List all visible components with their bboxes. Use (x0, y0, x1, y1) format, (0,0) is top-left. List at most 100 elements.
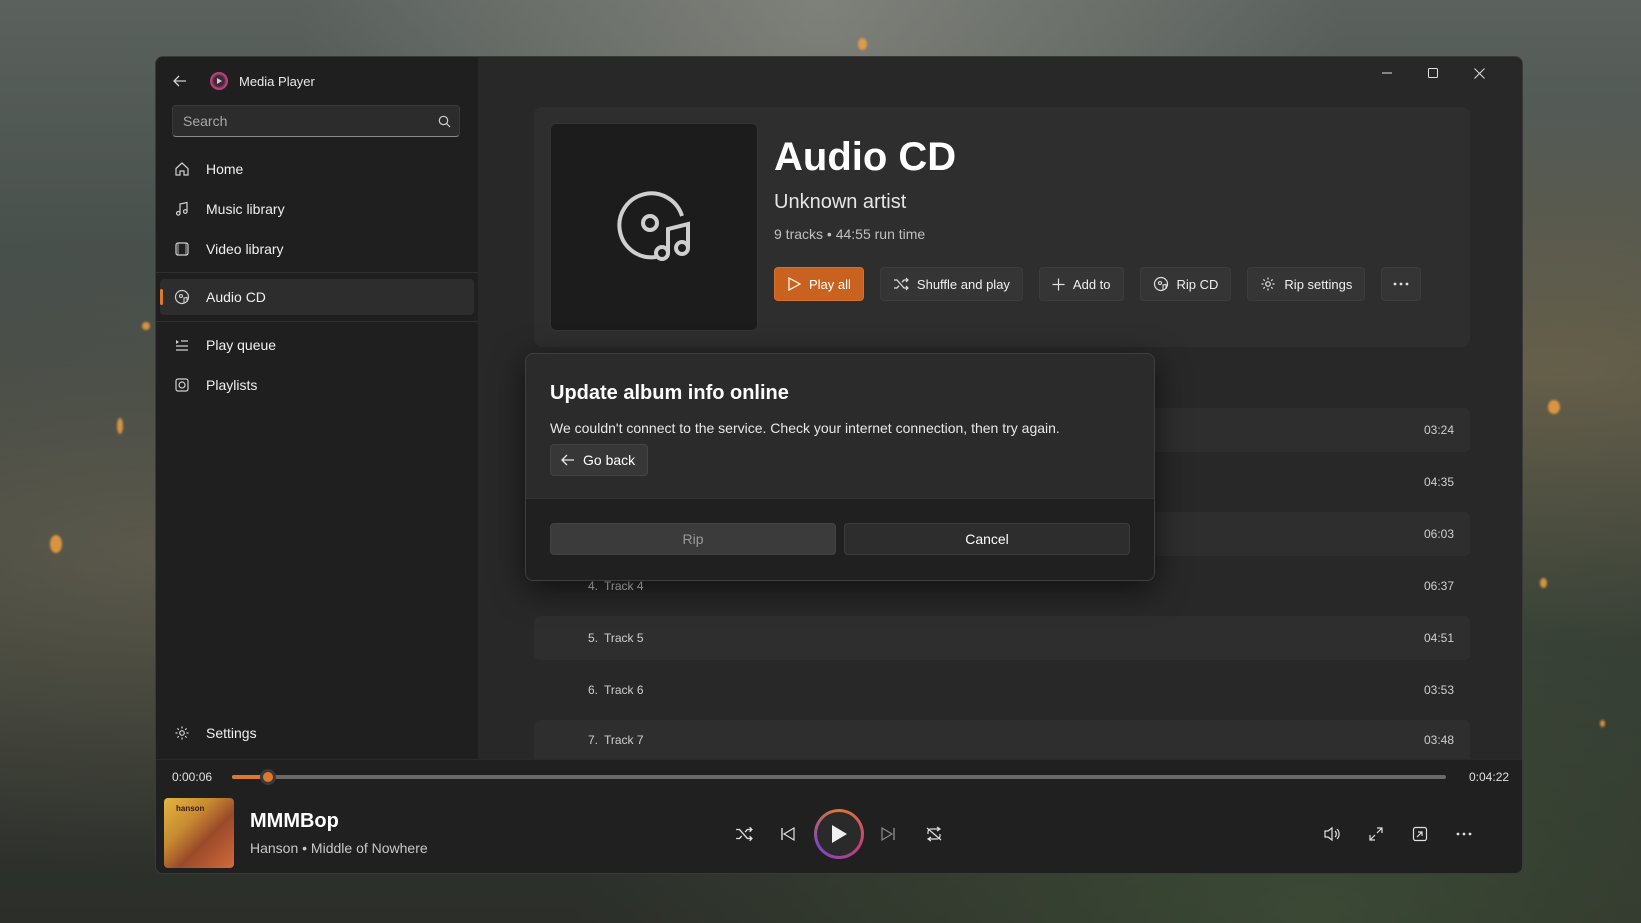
cd-icon (1153, 276, 1168, 292)
volume-button[interactable] (1314, 816, 1350, 852)
track-row[interactable]: 7. Track 7 03:48 (534, 720, 1470, 759)
rip-settings-label: Rip settings (1284, 276, 1353, 292)
app-logo-icon (210, 72, 228, 90)
add-to-label: Add to (1072, 276, 1111, 292)
search-icon (438, 115, 450, 127)
search-input[interactable] (173, 113, 429, 129)
track-duration: 06:37 (1423, 579, 1454, 593)
track-name: Track 4 (604, 579, 644, 593)
play-all-label: Play all (809, 276, 851, 292)
album-artist: Unknown artist (774, 191, 907, 213)
plus-icon (1052, 278, 1065, 290)
track-number: 7. (587, 732, 598, 747)
ember (117, 418, 123, 434)
seek-bar[interactable] (232, 769, 1446, 785)
sidebar-item-playlists[interactable]: Playlists (160, 367, 474, 403)
full-screen-button[interactable] (1358, 816, 1394, 852)
maximize-icon (1428, 68, 1438, 78)
sidebar-divider (156, 321, 478, 322)
close-button[interactable] (1456, 57, 1502, 89)
go-back-button[interactable]: Go back (550, 444, 649, 476)
play-icon (788, 277, 801, 291)
shuffle-button[interactable] (726, 816, 762, 852)
minimize-button[interactable] (1364, 57, 1410, 89)
shuffle-label: Shuffle and play (916, 276, 1010, 292)
sidebar-item-label: Playlists (206, 377, 258, 393)
shuffle-icon (736, 826, 753, 842)
volume-icon (1324, 826, 1340, 842)
now-playing-bar: 0:00:06 0:04:22 hanson MMMBop Hanson • M… (156, 759, 1522, 873)
more-dots-icon (1393, 282, 1409, 286)
back-arrow-icon (173, 75, 186, 87)
sidebar-item-video-library[interactable]: Video library (160, 231, 474, 267)
track-duration: 04:35 (1423, 475, 1454, 489)
now-playing-title[interactable]: MMMBop (250, 810, 339, 833)
media-player-window: Media Player Home Music library Video li… (155, 56, 1523, 874)
rip-cd-button[interactable]: Rip CD (1139, 267, 1232, 301)
sidebar-item-label: Play queue (206, 337, 277, 353)
track-row[interactable]: 5. Track 5 04:51 (534, 616, 1470, 660)
home-icon (175, 162, 189, 176)
expand-icon (1369, 827, 1383, 841)
dialog-footer: Rip Cancel (526, 498, 1154, 580)
previous-button[interactable] (770, 816, 806, 852)
update-album-info-dialog: Update album info online We couldn't con… (525, 353, 1155, 581)
seek-thumb[interactable] (260, 769, 277, 785)
more-options-button[interactable] (1381, 267, 1422, 301)
next-button[interactable] (870, 816, 906, 852)
track-number: 5. (587, 631, 598, 645)
shuffle-icon (893, 277, 909, 291)
go-back-label: Go back (583, 452, 636, 468)
gear-icon (1261, 277, 1275, 291)
sidebar-item-home[interactable]: Home (160, 151, 474, 187)
back-arrow-icon (561, 454, 574, 466)
gear-icon (175, 726, 189, 740)
ember (858, 38, 867, 50)
rip-settings-button[interactable]: Rip settings (1247, 267, 1366, 301)
title-bar: Media Player (156, 57, 478, 105)
track-number: 4. (587, 579, 598, 593)
sidebar-item-audio-cd[interactable]: Audio CD (160, 279, 474, 315)
now-playing-album-art[interactable]: hanson (164, 798, 234, 868)
total-time: 0:04:22 (1469, 770, 1510, 784)
rip-button[interactable]: Rip (550, 523, 836, 555)
ember (1548, 400, 1560, 414)
track-row[interactable]: 6. Track 6 03:53 (534, 668, 1470, 712)
search-button[interactable] (429, 106, 459, 136)
settings-label: Settings (206, 725, 257, 741)
elapsed-time: 0:00:06 (172, 770, 213, 784)
track-duration: 06:03 (1423, 527, 1454, 541)
shuffle-and-play-button[interactable]: Shuffle and play (879, 267, 1023, 301)
player-more-button[interactable] (1446, 816, 1482, 852)
track-name: Track 7 (604, 732, 644, 747)
sidebar-item-play-queue[interactable]: Play queue (160, 327, 474, 363)
ember (142, 322, 150, 330)
sidebar-item-label: Music library (206, 201, 285, 217)
cd-music-icon (617, 191, 690, 261)
back-button[interactable] (162, 63, 198, 99)
mini-player-button[interactable] (1402, 816, 1438, 852)
track-name: Track 5 (604, 631, 644, 645)
rip-cd-label: Rip CD (1176, 276, 1219, 292)
close-icon (1473, 67, 1485, 79)
next-icon (881, 826, 895, 842)
previous-icon (781, 826, 795, 842)
music-note-icon (175, 201, 188, 216)
now-playing-artist-album[interactable]: Hanson • Middle of Nowhere (250, 840, 428, 856)
repeat-button[interactable] (916, 816, 952, 852)
album-meta: 9 tracks • 44:55 run time (774, 226, 926, 242)
ember (50, 535, 62, 553)
video-icon (175, 242, 189, 256)
track-duration: 04:51 (1423, 631, 1454, 645)
play-pause-button[interactable] (814, 809, 864, 859)
app-title: Media Player (239, 73, 315, 89)
search-box (172, 105, 460, 137)
ember (1540, 578, 1547, 588)
maximize-button[interactable] (1410, 57, 1456, 89)
cancel-button[interactable]: Cancel (844, 523, 1130, 555)
sidebar-item-label: Video library (206, 241, 284, 257)
sidebar-item-settings[interactable]: Settings (160, 715, 474, 751)
add-to-button[interactable]: Add to (1038, 267, 1124, 301)
play-all-button[interactable]: Play all (774, 267, 864, 301)
sidebar-item-music-library[interactable]: Music library (160, 191, 474, 227)
